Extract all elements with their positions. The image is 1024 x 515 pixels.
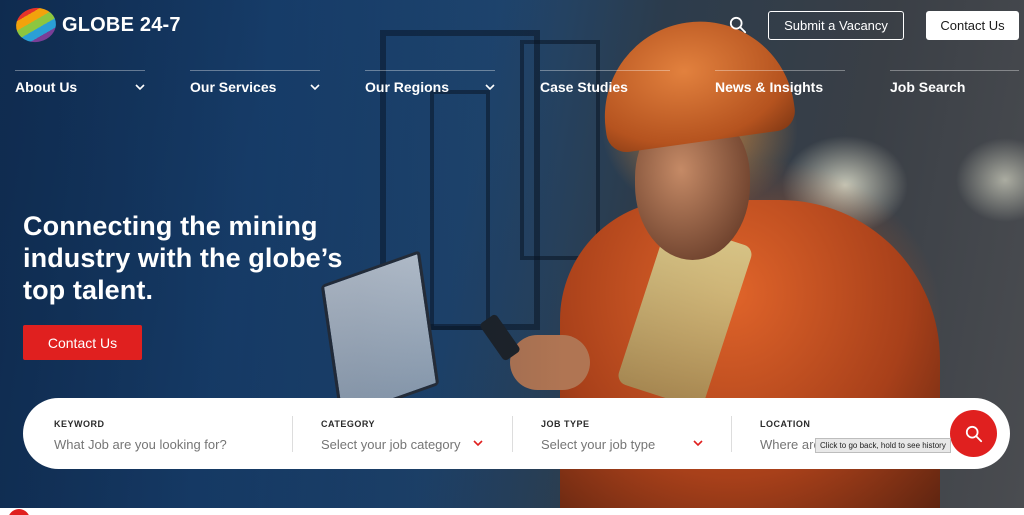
job-type-field[interactable]: JOB TYPE [541,398,706,469]
location-field: LOCATION [760,398,940,469]
chevron-down-icon [135,83,145,90]
hero-title: Connecting the mining industry with the … [23,210,383,306]
nav-item-about-us[interactable]: About Us [15,70,145,98]
next-section-edge [0,508,1024,515]
nav-item-label: Case Studies [540,78,628,95]
brand-name: GLOBE 24-7 [62,13,181,36]
hero-title-line: top talent. [23,275,154,305]
nav-item-our-services[interactable]: Our Services [190,70,320,98]
hero-title-line: industry with the globe’s [23,243,343,273]
globe-logo-icon [13,4,59,46]
field-divider [292,416,293,452]
category-label: CATEGORY [321,419,376,429]
nav-item-label: Our Services [190,78,277,95]
nav-item-our-regions[interactable]: Our Regions [365,70,495,98]
chevron-down-icon [310,83,320,90]
nav-item-label: About Us [15,78,78,95]
job-search-bar: KEYWORD CATEGORY JOB TYPE LOCATION [23,398,1010,469]
submit-vacancy-button[interactable]: Submit a Vacancy [768,11,904,40]
keyword-field: KEYWORD [54,398,294,469]
job-type-select[interactable] [541,435,681,453]
nav-item-case-studies[interactable]: Case Studies [540,70,670,98]
brand-logo[interactable]: GLOBE 24-7 [13,4,181,46]
search-icon[interactable] [729,16,747,34]
field-divider [512,416,513,452]
category-select[interactable] [321,435,466,453]
chevron-down-icon [693,440,703,447]
nav-item-label: Our Regions [365,78,450,95]
chevron-down-icon [485,83,495,90]
chevron-down-icon [473,440,483,447]
nav-item-job-search[interactable]: Job Search [890,70,1019,98]
nav-item-news-insights[interactable]: News & Insights [715,70,845,98]
location-label: LOCATION [760,419,811,429]
keyword-input[interactable] [54,435,284,453]
category-field[interactable]: CATEGORY [321,398,486,469]
hero-contact-button[interactable]: Contact Us [23,325,142,360]
keyword-label: KEYWORD [54,419,105,429]
job-search-button[interactable] [950,410,997,457]
nav-item-label: Job Search [890,78,966,95]
main-nav: About Us Our Services Our Regions Case S… [15,70,1019,98]
header-contact-button[interactable]: Contact Us [926,11,1019,40]
job-type-label: JOB TYPE [541,419,590,429]
search-icon [965,425,982,442]
nav-item-label: News & Insights [715,78,824,95]
hero-title-line: Connecting the mining [23,211,318,241]
browser-back-tooltip: Click to go back, hold to see history [815,438,951,453]
field-divider [731,416,732,452]
